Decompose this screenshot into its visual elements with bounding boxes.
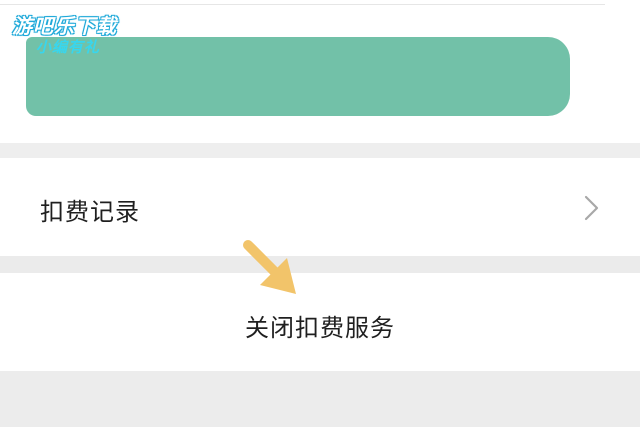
section-separator bbox=[0, 143, 640, 158]
page: 游吧乐下载 小编有礼 扣费记录 关闭扣费服务 bbox=[0, 0, 640, 427]
billing-records-label: 扣费记录 bbox=[40, 198, 140, 226]
top-divider bbox=[0, 4, 605, 5]
chevron-right-icon bbox=[584, 195, 599, 221]
billing-records-row[interactable]: 扣费记录 bbox=[0, 158, 640, 256]
watermark-title: 游吧乐下载 bbox=[12, 14, 117, 38]
watermark-subtitle: 小编有礼 bbox=[36, 38, 101, 56]
close-billing-service-button[interactable]: 关闭扣费服务 bbox=[0, 273, 640, 371]
pointer-arrow-icon bbox=[243, 240, 296, 294]
bottom-background bbox=[0, 371, 640, 427]
section-separator bbox=[0, 256, 640, 273]
watermark-logo: 游吧乐下载 小编有礼 bbox=[12, 10, 152, 60]
close-billing-service-label: 关闭扣费服务 bbox=[245, 314, 395, 342]
